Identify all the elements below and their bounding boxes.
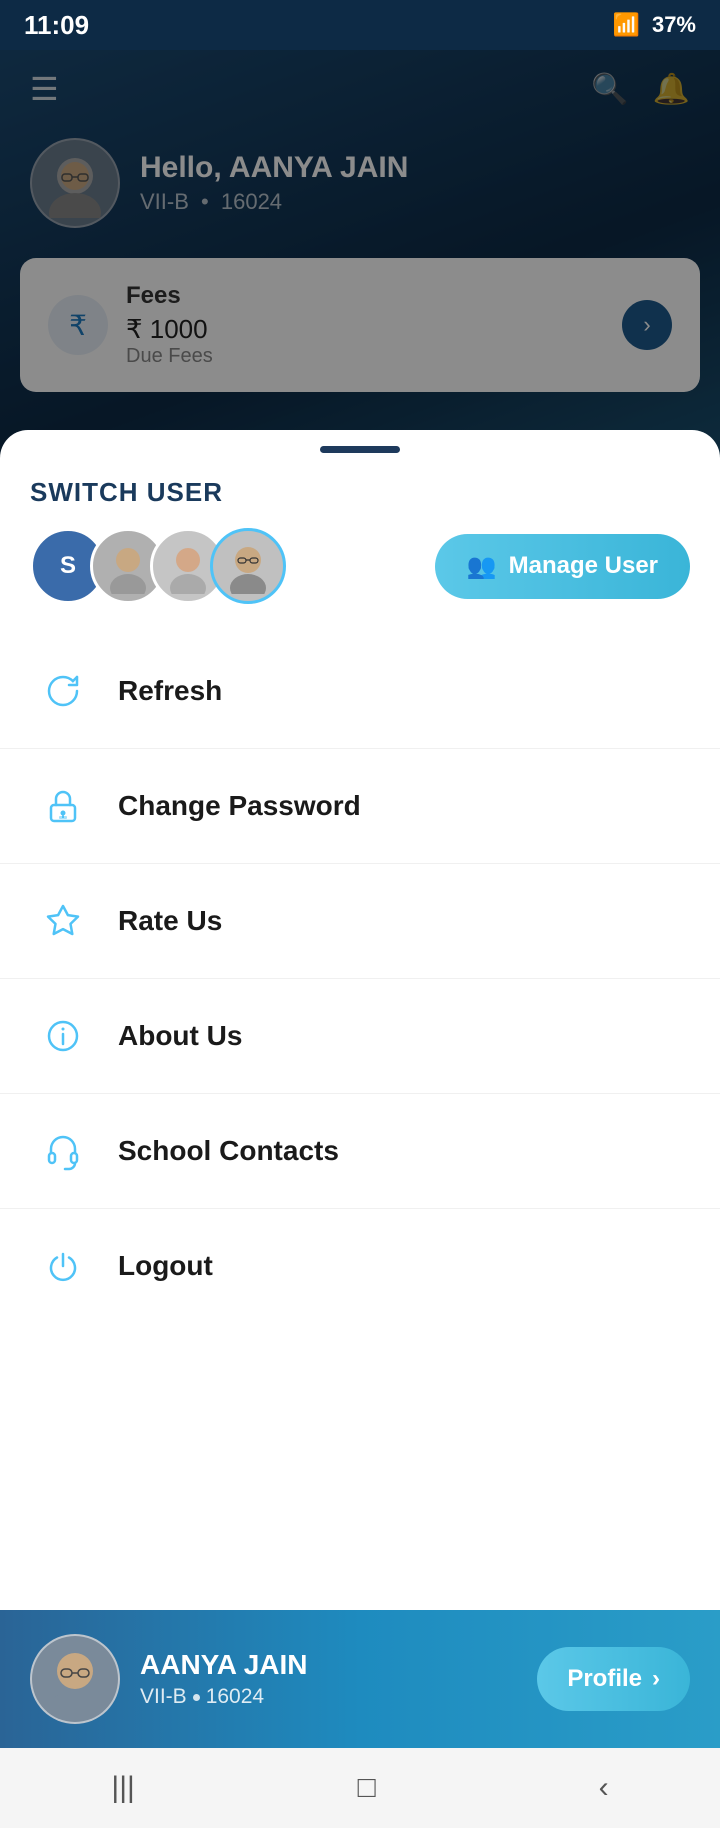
sheet-handle	[0, 430, 720, 461]
menu-item-logout[interactable]: Logout	[0, 1209, 720, 1323]
nav-back-button[interactable]: ‹	[599, 1771, 609, 1805]
profile-button[interactable]: Profile ›	[537, 1647, 690, 1711]
profile-button-label: Profile	[567, 1665, 642, 1693]
profile-sub: VII-B 16024	[140, 1685, 308, 1709]
switch-user-title: SWITCH USER	[30, 477, 690, 508]
menu-label-school-contacts: School Contacts	[118, 1135, 339, 1167]
info-icon	[36, 1009, 90, 1063]
avatar-4-selected[interactable]	[210, 528, 286, 604]
menu-item-change-password[interactable]: Change Password	[0, 749, 720, 864]
profile-chevron-icon: ›	[652, 1665, 660, 1693]
menu-item-about-us[interactable]: About Us	[0, 979, 720, 1094]
profile-details: AANYA JAIN VII-B 16024	[140, 1649, 308, 1709]
nav-recent-button[interactable]: |||	[111, 1771, 134, 1805]
wifi-icon: 📶	[613, 12, 640, 38]
status-icons: 📶 37%	[613, 12, 696, 38]
app-background: ☰ 🔍 🔔 Hello, AANYA JAIN VII-B • 16024	[0, 50, 720, 470]
user-avatars: S	[30, 528, 270, 604]
switch-user-section: SWITCH USER S	[0, 461, 720, 624]
profile-name: AANYA JAIN	[140, 1649, 308, 1681]
profile-info: AANYA JAIN VII-B 16024	[30, 1634, 308, 1724]
status-time: 11:09	[24, 10, 89, 41]
menu-label-change-password: Change Password	[118, 790, 361, 822]
manage-user-button[interactable]: 👥 Manage User	[435, 534, 690, 599]
menu-label-logout: Logout	[118, 1250, 213, 1282]
battery-icon: 37%	[652, 12, 696, 38]
menu-label-rate-us: Rate Us	[118, 905, 222, 937]
menu-item-rate-us[interactable]: Rate Us	[0, 864, 720, 979]
nav-home-button[interactable]: □	[358, 1771, 376, 1805]
menu-list: Refresh Change Password Ra	[0, 634, 720, 1323]
menu-item-school-contacts[interactable]: School Contacts	[0, 1094, 720, 1209]
status-bar: 11:09 📶 37%	[0, 0, 720, 50]
manage-user-icon: 👥	[467, 552, 497, 581]
handle-bar	[320, 446, 400, 453]
lock-icon	[36, 779, 90, 833]
user-row: S	[30, 528, 690, 604]
menu-label-refresh: Refresh	[118, 675, 222, 707]
menu-item-refresh[interactable]: Refresh	[0, 634, 720, 749]
menu-label-about-us: About Us	[118, 1020, 242, 1052]
nav-bar: ||| □ ‹	[0, 1748, 720, 1828]
refresh-icon	[36, 664, 90, 718]
star-icon	[36, 894, 90, 948]
profile-footer: AANYA JAIN VII-B 16024 Profile ›	[0, 1610, 720, 1748]
headset-icon	[36, 1124, 90, 1178]
dim-overlay	[0, 50, 720, 470]
power-icon	[36, 1239, 90, 1293]
bottom-sheet: SWITCH USER S	[0, 430, 720, 1610]
manage-user-label: Manage User	[509, 552, 658, 580]
profile-avatar	[30, 1634, 120, 1724]
